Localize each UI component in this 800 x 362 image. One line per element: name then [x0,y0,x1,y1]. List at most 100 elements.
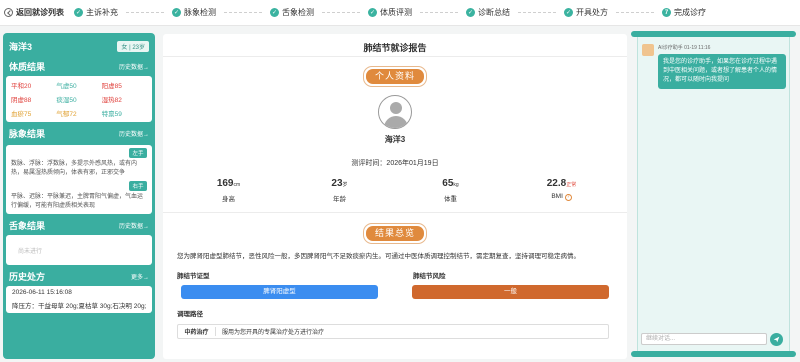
section-title: 脉象结果 [9,129,46,139]
history-rx: 降压方：干益母草 20g;夏枯草 30g;石决明 20g; [12,303,146,310]
step-label: 完成诊疗 [674,8,706,17]
constitution-grid: 平和20 气虚50 阳虚85 阴虚88 痰湿50 湿热82 血瘀75 气郁72 特禀59 [11,80,147,118]
step-label: 开具处方 [576,8,608,17]
patient-name: 海洋3 [9,42,33,52]
path-label: 调理路径 [177,311,203,318]
history-card[interactable]: 2026-06-11 15:16:08 降压方：干益母草 20g;夏枯草 30g… [6,286,152,313]
patient-header: 海洋3 女 | 23岁 [6,36,152,55]
step-label: 脉象检测 [184,8,216,17]
tongue-header: 舌象结果 历史数据→ [6,214,152,235]
steps-bar: 返回就诊列表 ✓ 主诉补充 ✓ 脉象检测 ✓ 舌象检测 ✓ 体质评测 ✓ 诊断总结 ✓ 开具… [0,0,800,26]
send-button[interactable] [770,333,783,346]
tongue-card: 尚未进行 [6,235,152,265]
constitution-item: 气郁72 [56,111,77,118]
check-icon: ✓ [270,8,279,17]
section-title: 体质结果 [9,62,46,72]
path-row: 中药治疗 服用为您开具的专属治疗处方进行治疗 [177,324,609,339]
check-icon: ✓ [74,8,83,17]
step-6[interactable]: ✓ 开具处方 [564,7,608,18]
check-icon: ✓ [368,8,377,17]
send-icon [773,336,780,343]
back-label: 返回就诊列表 [16,8,64,17]
ai-chat-panel: AI诊疗助手 01-19 11:16 我是您的诊疗助手，如果您在诊疗过程中遇到中… [637,37,790,351]
stat-age: 23岁 年龄 [331,178,348,203]
constitution-item: 湿热82 [101,97,122,104]
check-icon: ✓ [564,8,573,17]
step-label: 舌象检测 [282,8,314,17]
help-icon[interactable]: ? [564,194,572,201]
profile-ribbon: 个人资料 [363,66,427,87]
step-7[interactable]: 7 完成诊疗 [662,7,706,18]
section-title: 历史处方 [9,272,46,282]
constitution-item: 气虚50 [56,83,77,90]
more-link[interactable]: 更多→ [131,272,149,281]
report-panel: 肺结节就诊报告 个人资料 海洋3 测评时间：2026年01月19日 169cm … [163,34,627,359]
type-label: 肺结节证型 [177,273,210,280]
message-bubble: 我是您的诊疗助手，如果您在诊疗过程中遇到中医相关问题，或者想了解患者个人的情况，… [658,54,786,89]
risk-bars: 脾肾阳虚型 一般 [163,285,627,299]
summary-ribbon: 结果总览 [363,223,427,244]
section-title: 舌象结果 [9,221,46,231]
back-to-list-button[interactable]: 返回就诊列表 [4,7,74,18]
risk-labels: 肺结节证型 肺结节风险 [163,270,627,280]
stat-weight: 65kg 体重 [442,178,459,203]
step-divider [224,12,262,13]
constitution-item: 特禀59 [101,111,122,118]
step-3[interactable]: ✓ 舌象检测 [270,7,314,18]
step-divider [420,12,458,13]
history-date: 2026-06-11 15:16:08 [12,289,72,296]
constitution-card: 平和20 气虚50 阳虚85 阴虚88 痰湿50 湿热82 血瘀75 气郁72 特禀59 [6,76,152,122]
message-meta: AI诊疗助手 01-19 11:16 [658,45,711,51]
history-data-link[interactable]: 历史数据→ [119,221,149,230]
path-value: 服用为您开具的专属治疗处方进行治疗 [222,330,325,336]
eval-time: 测评时间：2026年01月19日 [351,160,439,167]
step-number: 7 [662,8,671,17]
scroll-rod-bottom [631,351,796,357]
ai-message: AI诊疗助手 01-19 11:16 我是您的诊疗助手，如果您在诊疗过程中遇到中… [638,37,789,96]
left-pulse-text: 数脉、浮脉：浮数脉，多提示外感风热，或有内热，易属湿热质倾向，体表有邪，正邪交争 [11,161,138,176]
pulse-card: 左手 数脉、浮脉：浮数脉，多提示外感风热，或有内热，易属湿热质倾向，体表有邪，正… [6,145,152,214]
history-data-link[interactable]: 历史数据→ [119,62,149,71]
patient-sidebar: 海洋3 女 | 23岁 体质结果 历史数据→ 平和20 气虚50 阳虚85 阴虚88 痰… [3,33,155,359]
stats-row: 169cm 身高 23岁 年龄 65kg 体重 22.8正常 BMI ? [163,178,627,213]
tongue-empty-text: 尚未进行 [18,248,43,255]
right-hand-badge: 右手 [129,181,147,191]
ai-avatar-icon [642,44,654,56]
report-patient-name: 海洋3 [384,135,406,144]
pulse-header: 脉象结果 历史数据→ [6,122,152,143]
step-label: 体质评测 [380,8,412,17]
report-title: 肺结节就诊报告 [163,34,627,57]
step-2[interactable]: ✓ 脉象检测 [172,7,216,18]
check-icon: ✓ [172,8,181,17]
step-divider [126,12,164,13]
step-divider [518,12,556,13]
step-divider [616,12,654,13]
risk-bar: 一般 [412,285,609,299]
history-data-link[interactable]: 历史数据→ [119,129,149,138]
constitution-item: 阳虚85 [101,83,122,90]
path-key: 中药治疗 [178,327,216,336]
step-1[interactable]: ✓ 主诉补充 [74,7,118,18]
avatar [378,95,412,129]
back-arrow-icon [4,8,13,17]
constitution-item: 痰湿50 [56,97,77,104]
patient-tag: 女 | 23岁 [117,41,149,52]
step-divider [322,12,360,13]
right-pulse-text: 平脉、迟脉：平脉兼迟，主脾胃阳气偏虚，气血运行偏缓，可能有阳虚质相关表现 [11,194,144,209]
step-label: 主诉补充 [86,8,118,17]
stat-height: 169cm 身高 [216,178,241,203]
step-5[interactable]: ✓ 诊断总结 [466,7,510,18]
constitution-item: 平和20 [11,83,32,90]
constitution-header: 体质结果 历史数据→ [6,55,152,76]
check-icon: ✓ [466,8,475,17]
chat-input[interactable] [641,333,767,345]
step-label: 诊断总结 [478,8,510,17]
left-hand-badge: 左手 [129,148,147,158]
type-bar: 脾肾阳虚型 [181,285,378,299]
constitution-item: 血瘀75 [11,111,32,118]
step-4[interactable]: ✓ 体质评测 [368,7,412,18]
constitution-item: 阴虚88 [11,97,32,104]
risk-label: 肺结节风险 [413,273,446,280]
history-header: 历史处方 更多→ [6,265,152,286]
summary-text: 您为脾肾阳虚型肺结节，恶性风险一般，多因脾肾阳气不足致痰瘀内生。可通过中医体质调… [177,253,580,260]
